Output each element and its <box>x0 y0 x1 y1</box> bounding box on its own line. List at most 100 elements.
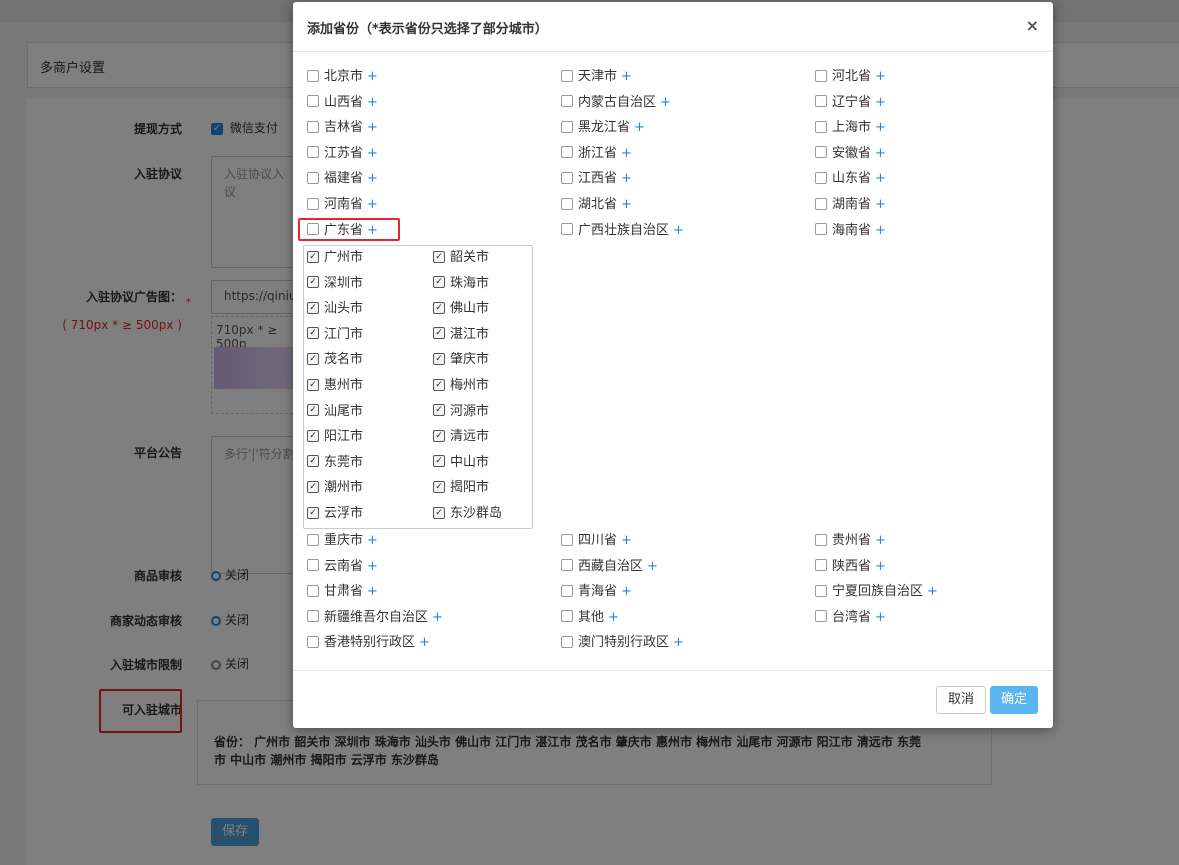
checked-box-icon[interactable]: ✓ <box>433 276 445 289</box>
province-checkbox[interactable]: 黑龙江省 + <box>561 116 645 136</box>
province-checkbox[interactable]: 澳门特别行政区 + <box>561 631 684 651</box>
province-checkbox[interactable]: 云南省 + <box>307 555 378 575</box>
expand-plus-icon[interactable]: + <box>927 584 938 599</box>
checkbox-icon[interactable] <box>561 171 573 184</box>
expand-plus-icon[interactable]: + <box>367 120 378 135</box>
checkbox-icon[interactable] <box>815 171 827 184</box>
expand-plus-icon[interactable]: + <box>367 197 378 212</box>
checkbox-icon[interactable] <box>561 533 573 546</box>
checkbox-icon[interactable] <box>561 610 573 623</box>
checked-box-icon[interactable]: ✓ <box>433 250 445 263</box>
checked-box-icon[interactable]: ✓ <box>307 429 319 442</box>
checked-box-icon[interactable]: ✓ <box>307 327 319 340</box>
city-checkbox[interactable]: ✓ 河源市 <box>433 400 489 419</box>
checkbox-icon[interactable] <box>561 223 573 236</box>
province-checkbox[interactable]: 甘肃省 + <box>307 580 378 600</box>
checked-box-icon[interactable]: ✓ <box>433 480 445 493</box>
expand-plus-icon[interactable]: + <box>621 69 632 84</box>
province-checkbox[interactable]: 吉林省 + <box>307 116 378 136</box>
checkbox-icon[interactable] <box>307 69 319 82</box>
expand-plus-icon[interactable]: + <box>875 95 886 110</box>
checked-box-icon[interactable]: ✓ <box>433 327 445 340</box>
checked-box-icon[interactable]: ✓ <box>433 506 445 519</box>
city-checkbox[interactable]: ✓ 东莞市 <box>307 451 363 470</box>
province-checkbox[interactable]: 贵州省 + <box>815 529 886 549</box>
province-checkbox[interactable]: 海南省 + <box>815 219 886 239</box>
expand-plus-icon[interactable]: + <box>647 559 658 574</box>
province-checkbox[interactable]: 湖南省 + <box>815 193 886 213</box>
checkbox-icon[interactable] <box>815 69 827 82</box>
checkbox-icon[interactable] <box>815 559 827 572</box>
checked-box-icon[interactable]: ✓ <box>307 506 319 519</box>
province-checkbox[interactable]: 内蒙古自治区 + <box>561 91 671 111</box>
checkbox-icon[interactable] <box>307 146 319 159</box>
checkbox-icon[interactable] <box>307 120 319 133</box>
expand-plus-icon[interactable]: + <box>367 95 378 110</box>
city-checkbox[interactable]: ✓ 珠海市 <box>433 272 489 291</box>
province-checkbox[interactable]: 广西壮族自治区 + <box>561 219 684 239</box>
province-checkbox[interactable]: 陕西省 + <box>815 555 886 575</box>
checkbox-icon[interactable] <box>561 120 573 133</box>
checkbox-icon[interactable] <box>307 635 319 648</box>
province-checkbox[interactable]: 山东省 + <box>815 167 886 187</box>
city-checkbox[interactable]: ✓ 云浮市 <box>307 502 363 521</box>
city-checkbox[interactable]: ✓ 阳江市 <box>307 425 363 444</box>
confirm-button[interactable]: 确定 <box>990 686 1038 714</box>
province-checkbox[interactable]: 北京市 + <box>307 65 378 85</box>
city-checkbox[interactable]: ✓ 韶关市 <box>433 246 489 265</box>
province-checkbox[interactable]: 浙江省 + <box>561 142 632 162</box>
city-checkbox[interactable]: ✓ 深圳市 <box>307 272 363 291</box>
checkbox-icon[interactable] <box>561 146 573 159</box>
expand-plus-icon[interactable]: + <box>621 197 632 212</box>
checkbox-icon[interactable] <box>307 584 319 597</box>
checkbox-icon[interactable] <box>561 559 573 572</box>
expand-plus-icon[interactable]: + <box>875 120 886 135</box>
expand-plus-icon[interactable]: + <box>621 171 632 186</box>
city-checkbox[interactable]: ✓ 广州市 <box>307 246 363 265</box>
checked-box-icon[interactable]: ✓ <box>433 455 445 468</box>
checked-box-icon[interactable]: ✓ <box>307 352 319 365</box>
expand-plus-icon[interactable]: + <box>621 146 632 161</box>
city-checkbox[interactable]: ✓ 江门市 <box>307 323 363 342</box>
checkbox-icon[interactable] <box>561 635 573 648</box>
province-checkbox[interactable]: 西藏自治区 + <box>561 555 658 575</box>
expand-plus-icon[interactable]: + <box>875 610 886 625</box>
checkbox-icon[interactable] <box>561 69 573 82</box>
checked-box-icon[interactable]: ✓ <box>433 378 445 391</box>
checkbox-icon[interactable] <box>815 197 827 210</box>
expand-plus-icon[interactable]: + <box>367 533 378 548</box>
checkbox-icon[interactable] <box>815 120 827 133</box>
expand-plus-icon[interactable]: + <box>367 584 378 599</box>
checked-box-icon[interactable]: ✓ <box>307 480 319 493</box>
checkbox-icon[interactable] <box>815 584 827 597</box>
expand-plus-icon[interactable]: + <box>875 146 886 161</box>
expand-plus-icon[interactable]: + <box>432 610 443 625</box>
province-checkbox[interactable]: 新疆维吾尔自治区 + <box>307 606 443 626</box>
checkbox-icon[interactable] <box>307 171 319 184</box>
checked-box-icon[interactable]: ✓ <box>307 455 319 468</box>
expand-plus-icon[interactable]: + <box>673 635 684 650</box>
city-checkbox[interactable]: ✓ 湛江市 <box>433 323 489 342</box>
province-checkbox[interactable]: 台湾省 + <box>815 606 886 626</box>
province-checkbox[interactable]: 其他 + <box>561 606 619 626</box>
cancel-button[interactable]: 取消 <box>936 686 986 714</box>
checked-box-icon[interactable]: ✓ <box>307 250 319 263</box>
city-checkbox[interactable]: ✓ 梅州市 <box>433 374 489 393</box>
expand-plus-icon[interactable]: + <box>875 69 886 84</box>
province-checkbox[interactable]: 宁夏回族自治区 + <box>815 580 938 600</box>
close-icon[interactable]: × <box>1026 16 1039 35</box>
expand-plus-icon[interactable]: + <box>621 584 632 599</box>
province-checkbox[interactable]: 江西省 + <box>561 167 632 187</box>
checkbox-icon[interactable] <box>561 584 573 597</box>
checkbox-icon[interactable] <box>307 533 319 546</box>
province-checkbox[interactable]: 青海省 + <box>561 580 632 600</box>
expand-plus-icon[interactable]: + <box>367 171 378 186</box>
checkbox-icon[interactable] <box>815 95 827 108</box>
checked-box-icon[interactable]: ✓ <box>433 301 445 314</box>
checkbox-icon[interactable] <box>561 197 573 210</box>
city-checkbox[interactable]: ✓ 东沙群岛 <box>433 502 502 521</box>
expand-plus-icon[interactable]: + <box>367 559 378 574</box>
expand-plus-icon[interactable]: + <box>875 533 886 548</box>
checked-box-icon[interactable]: ✓ <box>433 352 445 365</box>
province-checkbox[interactable]: 湖北省 + <box>561 193 632 213</box>
